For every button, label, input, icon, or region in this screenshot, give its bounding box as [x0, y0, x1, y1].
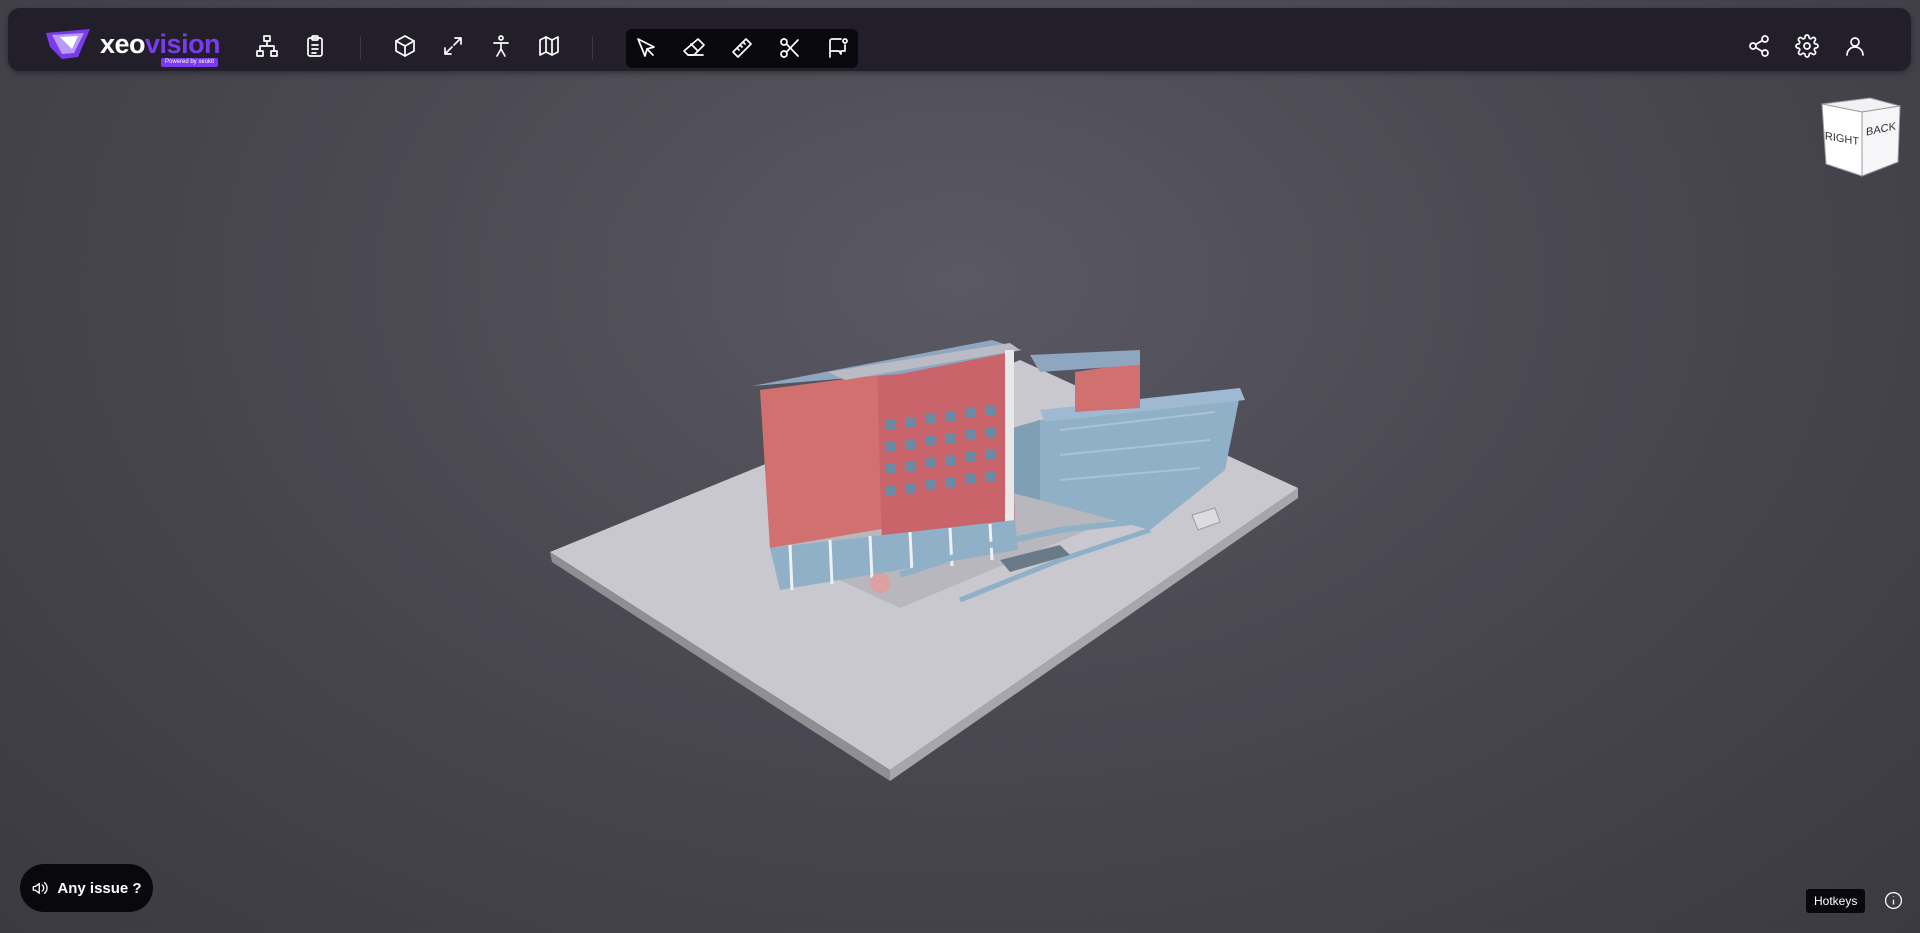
- report-issue-label: Any issue ?: [57, 879, 142, 897]
- expand-arrows-icon: [444, 37, 462, 55]
- tree-hierarchy-icon: [256, 35, 278, 57]
- person-walk-icon: [493, 35, 509, 57]
- fit-view-button[interactable]: [437, 30, 469, 62]
- share-button[interactable]: [1743, 30, 1775, 62]
- annotation-tool-button[interactable]: [822, 32, 854, 64]
- clipboard-list-button[interactable]: [299, 30, 331, 62]
- gear-icon: [1795, 34, 1819, 58]
- map-icon: [539, 36, 559, 56]
- annotation-flag-icon: [829, 38, 848, 58]
- scissors-section-icon: [780, 38, 799, 58]
- tree-hierarchy-button[interactable]: [251, 30, 283, 62]
- toolbar-divider: [592, 36, 593, 60]
- section-tool-button[interactable]: [774, 32, 806, 64]
- navigation-cube[interactable]: RIGHT BACK: [1818, 96, 1904, 178]
- hotkeys-button[interactable]: Hotkeys: [1806, 889, 1866, 913]
- app-logo[interactable]: xeovision Powered by xeokit: [44, 27, 230, 69]
- 3d-viewer-canvas[interactable]: [0, 0, 1920, 933]
- eraser-tool-button[interactable]: [678, 32, 710, 64]
- report-issue-button[interactable]: Any issue ?: [20, 864, 153, 912]
- tool-group: [626, 29, 858, 68]
- top-toolbar: xeovision Powered by xeokit: [8, 8, 1911, 71]
- share-icon: [1749, 35, 1769, 57]
- logo-emblem-icon: [46, 29, 90, 59]
- cube-back-face[interactable]: [1861, 105, 1901, 177]
- toolbar-divider: [360, 36, 361, 60]
- info-button[interactable]: [1882, 889, 1904, 911]
- eraser-icon: [683, 38, 705, 56]
- megaphone-icon: [32, 882, 49, 894]
- select-tool-button[interactable]: [630, 32, 662, 64]
- building-model[interactable]: [0, 0, 1920, 933]
- info-icon: [1884, 891, 1902, 909]
- user-account-button[interactable]: [1839, 30, 1871, 62]
- logo-wordmark: xeovision: [100, 29, 221, 59]
- select-cursor-icon: [637, 38, 655, 57]
- settings-button[interactable]: [1791, 30, 1823, 62]
- first-person-button[interactable]: [485, 30, 517, 62]
- 3d-view-button[interactable]: [389, 30, 421, 62]
- user-icon: [1846, 37, 1864, 56]
- cube-icon: [395, 35, 415, 57]
- ruler-measure-icon: [732, 38, 752, 58]
- clipboard-list-icon: [307, 35, 323, 57]
- plan-view-button[interactable]: [533, 30, 565, 62]
- logo-tagline: Powered by xeokit: [161, 58, 219, 67]
- measure-tool-button[interactable]: [726, 32, 758, 64]
